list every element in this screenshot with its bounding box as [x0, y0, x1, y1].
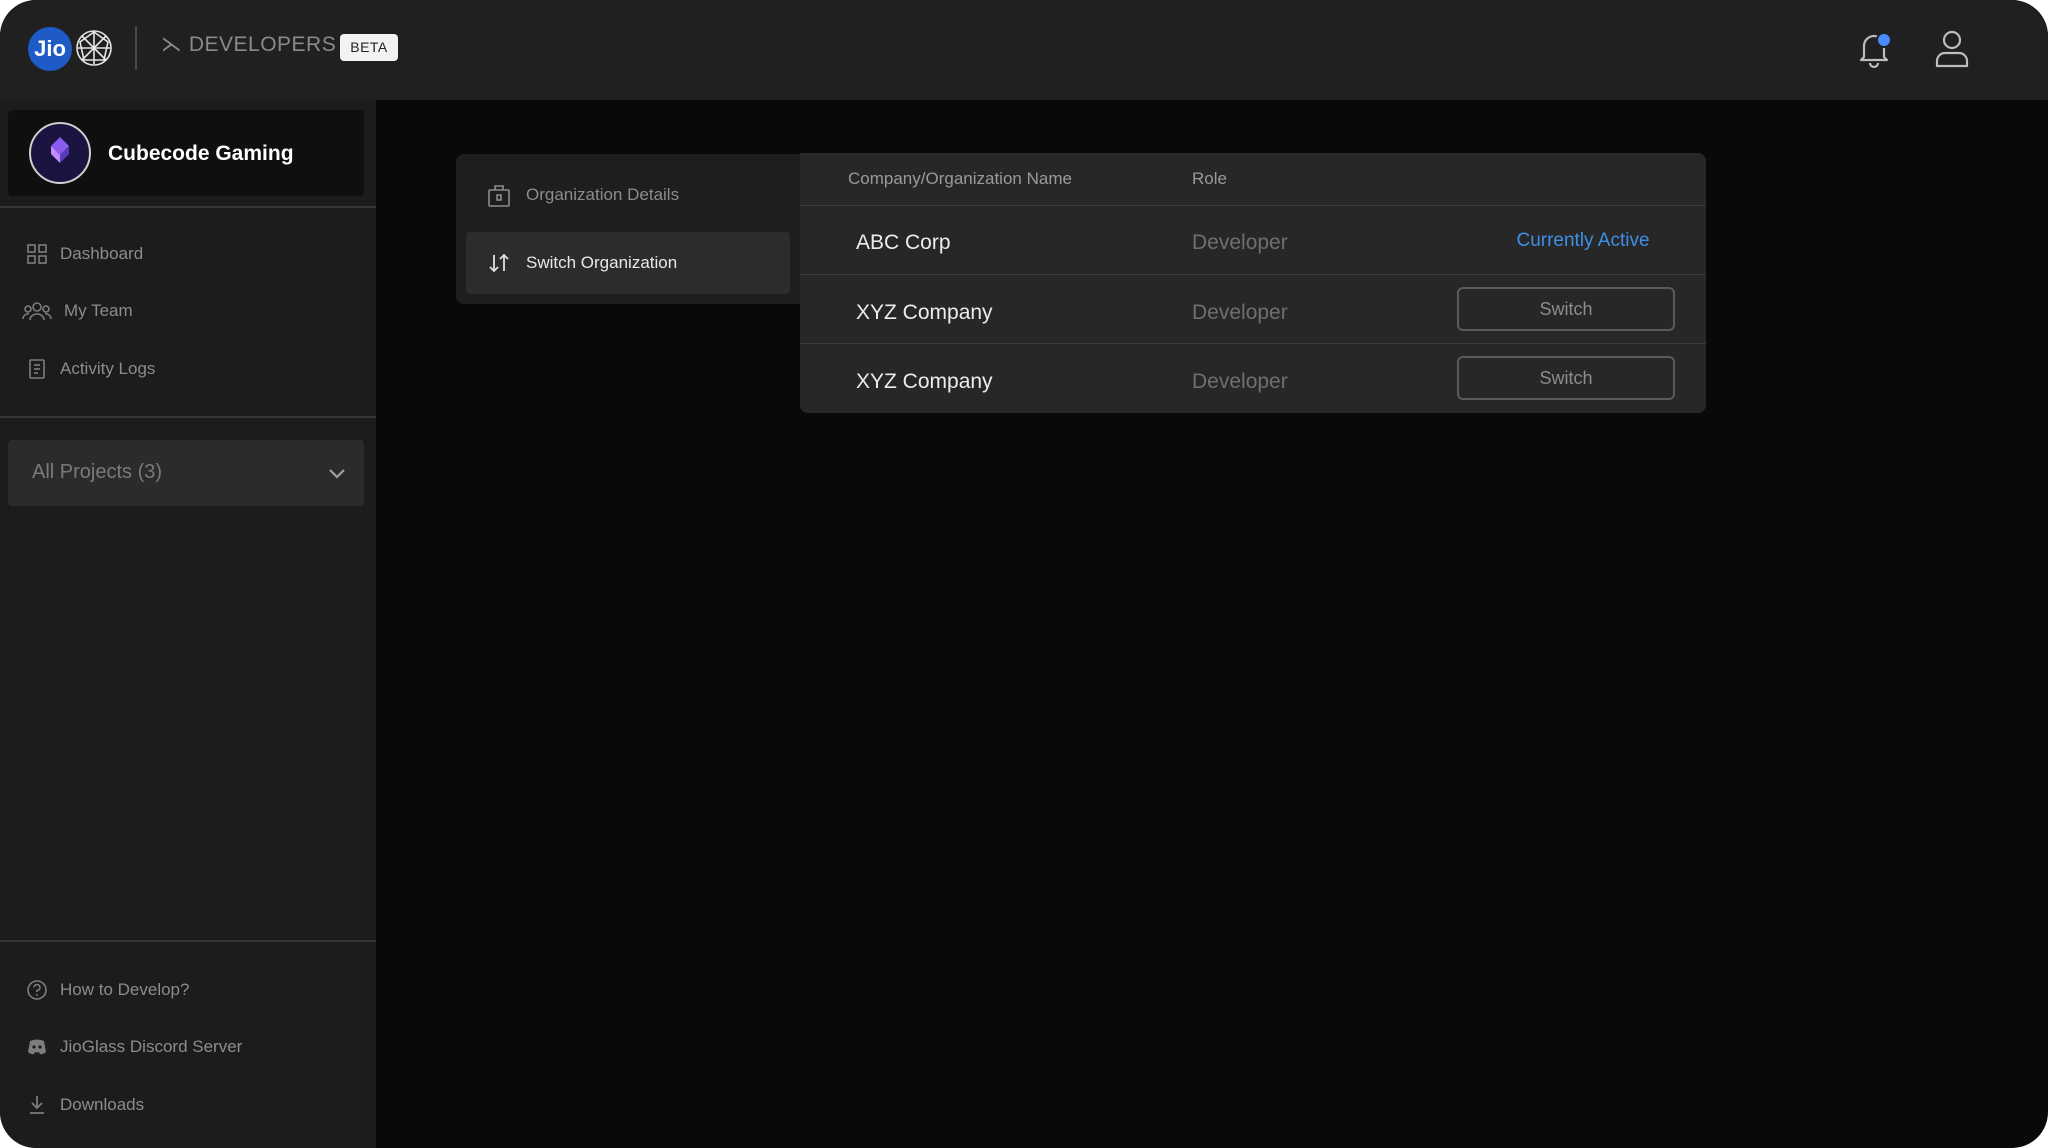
settings-nav: Organization Details Switch Organization — [456, 154, 800, 304]
settings-item-label: Switch Organization — [526, 253, 678, 272]
org-name-cell: XYZ Company — [856, 370, 993, 393]
cube-logo-icon — [51, 137, 69, 163]
jio-logo[interactable]: Jio — [28, 27, 72, 71]
column-header-name: Company/Organization Name — [848, 169, 1072, 188]
developers-label[interactable]: ⋋ DEVELOPERS — [161, 32, 336, 57]
chevron-down-icon — [329, 469, 345, 479]
sidebar-item-dashboard[interactable]: Dashboard — [26, 239, 143, 269]
org-avatar — [29, 122, 91, 184]
sidebar-item-label: JioGlass Discord Server — [60, 1037, 243, 1056]
role-cell: Developer — [1192, 301, 1288, 324]
sidebar-divider — [0, 416, 376, 418]
tab-switch-organization[interactable]: Switch Organization — [466, 232, 790, 294]
sidebar-item-my-team[interactable]: My Team — [22, 296, 133, 326]
row-divider — [800, 205, 1706, 206]
download-icon — [30, 1096, 44, 1114]
projects-selected-value: All Projects (3) — [32, 461, 163, 483]
sidebar-item-label: My Team — [64, 301, 133, 320]
tab-organization-details[interactable]: Organization Details — [466, 164, 790, 226]
role-cell: Developer — [1192, 370, 1288, 393]
mesh-logo-icon — [76, 30, 112, 66]
sidebar-item-downloads[interactable]: Downloads — [26, 1090, 144, 1120]
sidebar-item-how-to-develop[interactable]: How to Develop? — [26, 975, 189, 1005]
logs-icon — [29, 359, 45, 379]
header-divider — [135, 26, 137, 70]
switch-button[interactable]: Switch — [1457, 287, 1675, 331]
row-divider — [800, 274, 1706, 275]
projects-dropdown[interactable]: All Projects (3) — [8, 440, 364, 506]
sidebar-divider — [0, 206, 376, 208]
discord-icon — [28, 1039, 46, 1055]
notification-dot — [1876, 32, 1892, 48]
settings-item-label: Organization Details — [526, 185, 680, 204]
sidebar-item-label: Activity Logs — [60, 359, 156, 378]
row-divider — [800, 343, 1706, 344]
switch-button[interactable]: Switch — [1457, 356, 1675, 400]
org-name-cell: ABC Corp — [856, 231, 951, 254]
top-bar: Jio ⋋ DEVELOPERS BETA — [0, 0, 2048, 100]
role-cell: Developer — [1192, 231, 1288, 254]
building-icon — [488, 185, 510, 207]
user-icon[interactable] — [1930, 26, 1974, 70]
org-name: Cubecode Gaming — [108, 142, 294, 165]
swap-arrows-icon — [489, 253, 509, 273]
organization-table: Company/Organization Name Role ABC Corp … — [800, 153, 1706, 413]
sidebar-item-discord[interactable]: JioGlass Discord Server — [26, 1032, 242, 1062]
help-icon — [27, 980, 47, 1000]
sidebar: Cubecode Gaming Dashboard My Team Activi… — [0, 100, 376, 1148]
sidebar-item-activity-logs[interactable]: Activity Logs — [26, 354, 155, 384]
sidebar-item-label: Downloads — [60, 1095, 145, 1114]
beta-badge: BETA — [340, 34, 398, 61]
column-header-role: Role — [1192, 169, 1227, 188]
sidebar-divider — [0, 940, 376, 942]
org-card[interactable]: Cubecode Gaming — [8, 110, 364, 196]
sidebar-item-label: How to Develop? — [60, 980, 190, 999]
team-icon — [22, 302, 52, 321]
grid-icon — [27, 244, 47, 264]
sidebar-item-label: Dashboard — [60, 244, 144, 263]
currently-active-label: Currently Active — [1516, 230, 1650, 251]
app-window: Jio ⋋ DEVELOPERS BETA Cubecode Gaming Da… — [0, 0, 2048, 1148]
org-name-cell: XYZ Company — [856, 301, 993, 324]
bell-icon[interactable] — [1852, 26, 1896, 70]
